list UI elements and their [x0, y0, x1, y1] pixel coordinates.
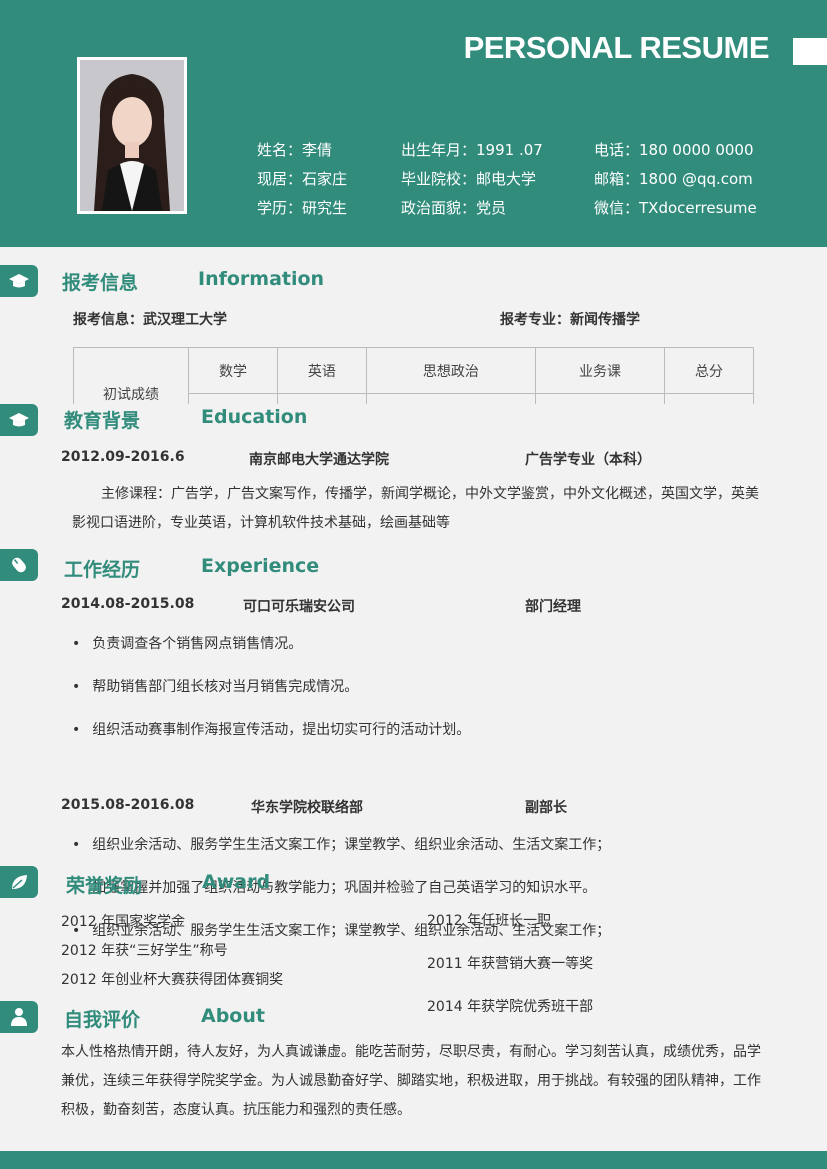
job2-company: 华东学院校联络部 [251, 800, 363, 816]
exam-major: 报考专业：新闻传播学 [500, 312, 640, 328]
info-school: 毕业院校：邮电大学 [401, 170, 537, 188]
profile-photo [77, 57, 187, 214]
section-title-awards: 荣誉奖励 [66, 875, 143, 897]
section-title-about: 自我评价 [64, 1009, 141, 1031]
education-period: 2012.09-2016.6 [61, 449, 185, 465]
score-header: 英语 [276, 347, 367, 394]
info-birth: 出生年月：1991 .07 [401, 141, 543, 159]
award-item: 2012 年国家奖学金 [61, 914, 186, 930]
resume-title: PERSONAL RESUME [463, 30, 770, 65]
list-item: 帮助销售部门组长核对当月销售完成情况。 [72, 676, 358, 696]
score-header: 思想政治 [365, 347, 537, 394]
info-residence: 现居：石家庄 [257, 170, 348, 188]
info-name: 姓名：李倩 [257, 141, 333, 159]
section-title-work: 工作经历 [64, 559, 141, 581]
section-title-education: 教育背景 [64, 410, 141, 432]
education-school: 南京邮电大学通达学院 [249, 452, 389, 468]
mouse-icon [0, 549, 38, 581]
section-subtitle-education: Education [201, 406, 308, 428]
score-value: 249 [664, 393, 754, 404]
graduation-cap-icon [0, 404, 38, 436]
award-item: 2011 年获营销大赛一等奖 [427, 956, 594, 972]
person-icon [0, 1001, 38, 1033]
info-email: 邮箱：1800 @qq.com [594, 170, 753, 188]
award-item: 2012 年创业杯大赛获得团体赛铜奖 [61, 972, 284, 988]
info-degree: 学历：研究生 [257, 199, 348, 217]
job2-period: 2015.08-2016.08 [61, 797, 195, 813]
education-courses: 主修课程：广告学，广告文案写作，传播学，新闻学概论，中外文学鉴赏，中外文化概述，… [72, 486, 759, 531]
score-header: 数学 [188, 347, 278, 394]
leaf-icon [0, 866, 38, 898]
info-wechat: 微信：TXdocerresume [594, 199, 757, 217]
score-header: 总分 [664, 347, 754, 394]
info-phone: 电话：180 0000 0000 [594, 141, 754, 159]
job1-period: 2014.08-2015.08 [61, 596, 195, 612]
list-item: 组织业余活动、服务学生生活文案工作；课堂教学、组织业余活动、生活文案工作； [72, 834, 610, 854]
award-item: 2012 年获“三好学生”称号 [61, 943, 228, 959]
job2-role: 副部长 [525, 800, 567, 816]
score-table: 初试成绩 数学 英语 思想政治 业务课 总分 68 75 61 45 249 [73, 347, 754, 404]
award-item: 2014 年获学院优秀班干部 [427, 999, 594, 1015]
award-item: 2012 年任班长一职 [427, 913, 552, 929]
list-item: 负责调查各个销售网点销售情况。 [72, 633, 302, 653]
exam-school: 报考信息：武汉理工大学 [73, 312, 227, 328]
section-title-exam: 报考信息 [62, 272, 139, 294]
info-politics: 政治面貌：党员 [401, 199, 507, 217]
list-item: 组织活动赛事制作海报宣传活动，提出切实可行的活动计划。 [72, 719, 470, 739]
score-header: 业务课 [535, 347, 666, 394]
about-text: 本人性格热情开朗，待人友好，为人真诚谦虚。能吃苦耐劳，尽职尽责，有耐心。学习刻苦… [61, 1044, 761, 1118]
job1-company: 可口可乐瑞安公司 [243, 599, 355, 615]
score-value: 68 [188, 393, 278, 404]
list-item: 加强掌握并加强了组织活动与教学能力；巩固并检验了自己英语学习的知识水平。 [72, 877, 596, 897]
section-subtitle-about: About [201, 1005, 265, 1027]
score-value: 45 [535, 393, 666, 404]
section-subtitle-exam: Information [198, 268, 325, 290]
section-subtitle-awards: Award [202, 871, 271, 893]
score-value: 75 [276, 393, 367, 404]
footer-bar [0, 1151, 827, 1169]
job1-role: 部门经理 [525, 599, 581, 615]
section-subtitle-work: Experience [201, 555, 320, 577]
graduation-cap-icon [0, 265, 38, 297]
score-value: 61 [365, 393, 537, 404]
score-row-label: 初试成绩 [73, 347, 189, 404]
header-banner: PERSONAL RESUME 姓名：李倩 出生年月：1991 .07 电话：1… [0, 0, 827, 247]
education-major: 广告学专业（本科） [525, 452, 651, 468]
title-bar-decoration [793, 38, 827, 65]
